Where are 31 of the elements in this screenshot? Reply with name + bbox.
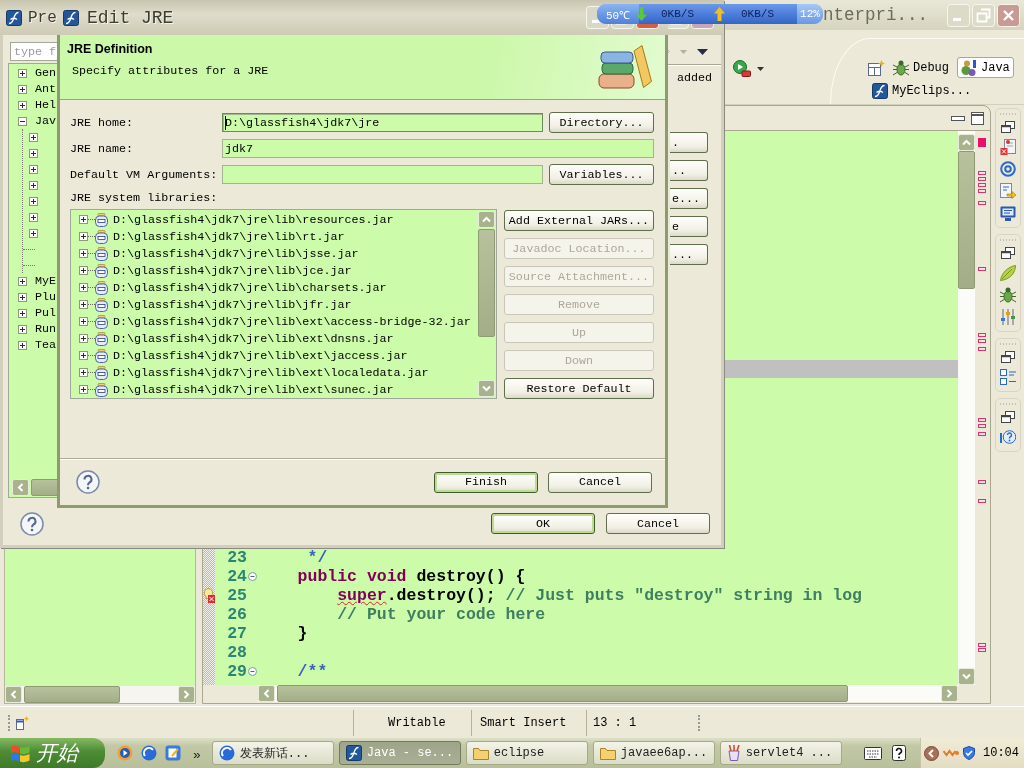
code-line: super.destroy(); // Just puts "destroy" string in log bbox=[337, 586, 862, 605]
code-line: // Put your code here bbox=[337, 605, 546, 624]
status-text: 13 : 1 bbox=[593, 715, 637, 730]
line-number: 28 bbox=[226, 643, 247, 662]
code-line: /** bbox=[297, 662, 328, 681]
window-title: Edit JRE bbox=[87, 7, 174, 28]
status-text: Smart Insert bbox=[480, 715, 567, 730]
line-number: 25 bbox=[226, 586, 247, 605]
code-line: */ bbox=[307, 548, 328, 567]
clock-text: 10:04 bbox=[983, 746, 1019, 760]
status-text: Writable bbox=[388, 715, 446, 730]
field-label: Default VM Arguments: bbox=[70, 167, 219, 182]
description-text: added bbox=[676, 71, 712, 85]
speed-text: 0KB/S bbox=[661, 8, 694, 20]
section-label: JRE system libraries: bbox=[70, 190, 218, 205]
line-number: 26 bbox=[226, 605, 247, 624]
header-description: Specify attributes for a JRE bbox=[72, 64, 269, 78]
line-number: 23 bbox=[226, 548, 247, 567]
temperature-text: 50℃ bbox=[605, 8, 631, 22]
header-title: JRE Definition bbox=[67, 42, 154, 56]
window-title: Pre bbox=[28, 8, 57, 27]
field-label: JRE home: bbox=[70, 115, 135, 130]
line-number: 27 bbox=[226, 624, 247, 643]
cpu-text: 12% bbox=[800, 8, 820, 20]
field-label: JRE name: bbox=[70, 141, 135, 156]
line-number: 24 bbox=[226, 567, 247, 586]
speed-text: 0KB/S bbox=[741, 8, 775, 20]
window-title: nterpri... bbox=[823, 5, 929, 25]
line-number: 29 bbox=[226, 662, 247, 681]
code-line: } bbox=[297, 624, 308, 643]
code-line: public void destroy() { bbox=[297, 567, 526, 586]
